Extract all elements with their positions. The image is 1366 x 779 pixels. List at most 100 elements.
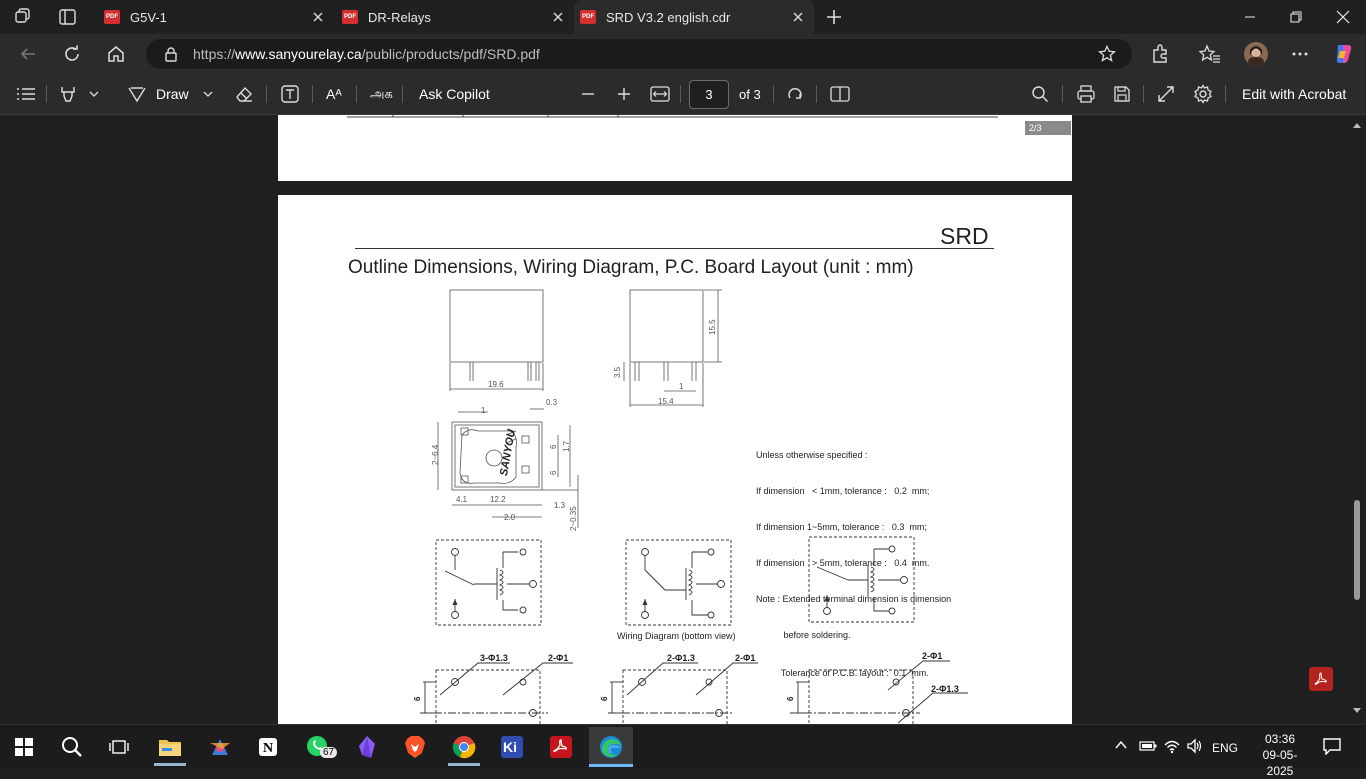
scroll-thumb[interactable] [1354, 500, 1360, 600]
avatar[interactable] [1244, 42, 1268, 66]
language-indicator[interactable]: ENG [1212, 741, 1238, 755]
highlight-icon[interactable] [58, 82, 78, 106]
pcb-label-c2: 2-Φ1.3 [931, 684, 959, 694]
paint-app-icon[interactable] [198, 727, 242, 767]
windows-start-icon[interactable] [2, 727, 46, 767]
pcb-six-c: 6 [786, 696, 795, 701]
tab-title: DR-Relays [368, 9, 431, 25]
tab-title: G5V-1 [130, 9, 167, 25]
divider [402, 85, 403, 103]
notion-icon[interactable]: N [246, 727, 290, 767]
extensions-icon[interactable] [1150, 44, 1170, 64]
contents-icon[interactable] [16, 82, 36, 106]
page-badge: 2/3 [1025, 121, 1071, 135]
scrollbar[interactable] [1348, 115, 1366, 724]
divider [680, 85, 681, 103]
eraser-icon[interactable] [234, 82, 254, 106]
close-window-button[interactable] [1320, 0, 1366, 34]
copilot-icon[interactable] [1332, 43, 1354, 65]
search-icon[interactable] [50, 727, 94, 767]
new-tab-icon[interactable] [824, 7, 844, 27]
zoom-out-icon[interactable] [580, 82, 596, 106]
workspaces-icon[interactable] [14, 8, 34, 26]
divider [312, 85, 313, 103]
pdf-favicon: PDF [342, 10, 358, 24]
chevron-down-icon[interactable] [202, 82, 214, 106]
back-icon[interactable] [14, 41, 42, 67]
tab-srd[interactable]: PDF SRD V3.2 english.cdr [574, 0, 814, 34]
pcb-six-a: 6 [413, 696, 422, 701]
edit-with-acrobat-button[interactable]: Edit with Acrobat [1242, 82, 1346, 106]
translate-icon[interactable]: அக [370, 82, 393, 106]
volume-icon[interactable] [1186, 738, 1204, 754]
pcb-label-b2: 2-Φ1 [735, 653, 755, 663]
more-options-icon[interactable] [1290, 44, 1310, 64]
page-view-icon[interactable] [830, 82, 850, 106]
refresh-icon[interactable] [58, 41, 86, 67]
pcb-layouts: 3-Φ1.3 2-Φ1 2-Φ1.3 2-Φ1 2-Φ1 2-Φ1.3 6 6 … [413, 651, 968, 724]
divider [1062, 85, 1063, 103]
minimize-button[interactable] [1227, 0, 1273, 34]
chevron-down-icon[interactable] [88, 82, 100, 106]
favorite-star-icon[interactable] [1098, 45, 1116, 63]
kicad-icon[interactable]: Ki [490, 727, 534, 767]
print-icon[interactable] [1076, 82, 1096, 106]
divider [816, 85, 817, 103]
lock-icon[interactable] [164, 46, 178, 62]
notification-icon[interactable] [1322, 737, 1342, 755]
chrome-icon[interactable] [442, 727, 486, 767]
search-icon[interactable] [1031, 82, 1049, 106]
svg-text:N: N [263, 741, 273, 756]
pdf-favicon: PDF [104, 10, 120, 24]
draw-button[interactable]: Draw [126, 82, 189, 106]
tab-g5v1[interactable]: PDF G5V-1 [94, 0, 334, 34]
page-2-tail-lines [347, 115, 998, 118]
page-number-input[interactable]: 3 [689, 80, 729, 109]
divider [1225, 85, 1226, 103]
svg-text:Ki: Ki [503, 739, 517, 755]
acrobat-reader-icon[interactable] [539, 727, 583, 767]
restore-button[interactable] [1273, 0, 1319, 34]
favorites-icon[interactable] [1199, 44, 1221, 64]
zoom-in-icon[interactable] [616, 82, 632, 106]
fit-width-icon[interactable] [650, 82, 670, 106]
obsidian-icon[interactable] [345, 727, 389, 767]
pdf-page-3: SRD Outline Dimensions, Wiring Diagram, … [278, 195, 1072, 724]
task-view-icon[interactable] [97, 727, 141, 767]
divider [773, 85, 774, 103]
close-icon[interactable] [550, 9, 566, 25]
pdf-page-2: 2/3 [278, 115, 1072, 181]
pcb-label-b1: 2-Φ1.3 [667, 653, 695, 663]
tab-dr-relays[interactable]: PDF DR-Relays [334, 0, 574, 34]
battery-icon[interactable] [1139, 740, 1157, 752]
scroll-down-icon[interactable] [1352, 707, 1362, 715]
file-explorer-icon[interactable] [148, 727, 192, 767]
close-icon[interactable] [310, 9, 326, 25]
home-icon[interactable] [102, 41, 130, 67]
ask-copilot-button[interactable]: Ask Copilot [419, 82, 490, 106]
tab-actions-icon[interactable] [58, 8, 78, 26]
acrobat-icon[interactable] [1309, 667, 1333, 691]
clock[interactable]: 03:36 09-05-2025 [1254, 731, 1306, 779]
brave-icon[interactable] [393, 727, 437, 767]
page-count-label: of 3 [739, 86, 761, 102]
close-icon[interactable] [790, 9, 806, 25]
text-box-icon[interactable] [280, 82, 300, 106]
wifi-icon[interactable] [1163, 738, 1181, 754]
save-icon[interactable] [1113, 82, 1131, 106]
tab-strip: PDF G5V-1 PDF DR-Relays PDF SRD V3.2 eng… [0, 0, 1366, 34]
scroll-up-icon[interactable] [1352, 121, 1362, 129]
rotate-icon[interactable] [786, 82, 804, 106]
divider [46, 85, 47, 103]
settings-gear-icon[interactable] [1193, 82, 1213, 106]
draw-label: Draw [156, 86, 189, 102]
expand-icon[interactable] [1157, 82, 1175, 106]
pcb-six-b: 6 [600, 696, 609, 701]
edge-icon[interactable] [589, 727, 633, 767]
read-aloud-icon[interactable]: Aᴬ [326, 82, 342, 106]
clock-date: 09-05-2025 [1262, 748, 1298, 778]
address-bar[interactable]: https://www.sanyourelay.ca/public/produc… [146, 39, 1132, 69]
chevron-up-icon[interactable] [1114, 739, 1128, 751]
whatsapp-icon[interactable]: 67 [296, 727, 340, 767]
url-text[interactable]: https://www.sanyourelay.ca/public/produc… [193, 46, 540, 62]
